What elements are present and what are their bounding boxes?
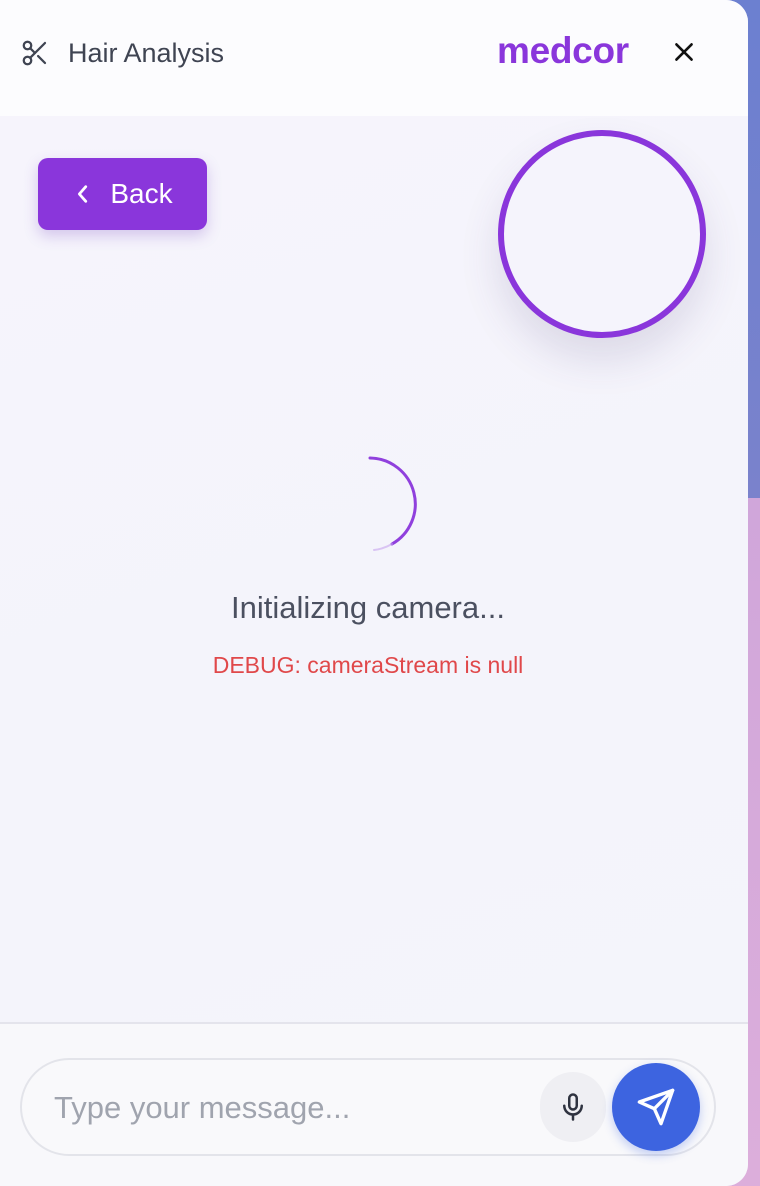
scissors-icon bbox=[22, 40, 47, 66]
status-message: Initializing camera... bbox=[231, 590, 505, 625]
close-icon bbox=[675, 43, 693, 61]
back-button-label: Back bbox=[110, 178, 173, 209]
camera-view: Back Initializing camera... DEBUG: camer… bbox=[0, 116, 748, 1022]
chat-panel: Hair Analysis medcor Back Initializing c… bbox=[0, 0, 748, 1186]
back-button[interactable]: Back bbox=[38, 158, 207, 230]
header-title-group: Hair Analysis bbox=[20, 36, 224, 70]
message-composer bbox=[0, 1022, 748, 1186]
panel-header: Hair Analysis medcor bbox=[0, 0, 748, 116]
close-button[interactable] bbox=[668, 36, 700, 68]
chevron-left-icon bbox=[78, 185, 88, 203]
header-title: Hair Analysis bbox=[68, 37, 225, 68]
send-button[interactable] bbox=[612, 1063, 700, 1151]
message-input[interactable] bbox=[54, 1084, 524, 1132]
brand-logo: medcor bbox=[497, 30, 629, 71]
camera-preview-circle bbox=[498, 130, 706, 338]
message-input-container bbox=[20, 1058, 716, 1156]
microphone-icon bbox=[563, 1093, 583, 1121]
microphone-button[interactable] bbox=[540, 1072, 606, 1142]
debug-message: DEBUG: cameraStream is null bbox=[212, 652, 524, 678]
send-icon bbox=[637, 1088, 675, 1126]
loading-spinner bbox=[368, 456, 417, 551]
